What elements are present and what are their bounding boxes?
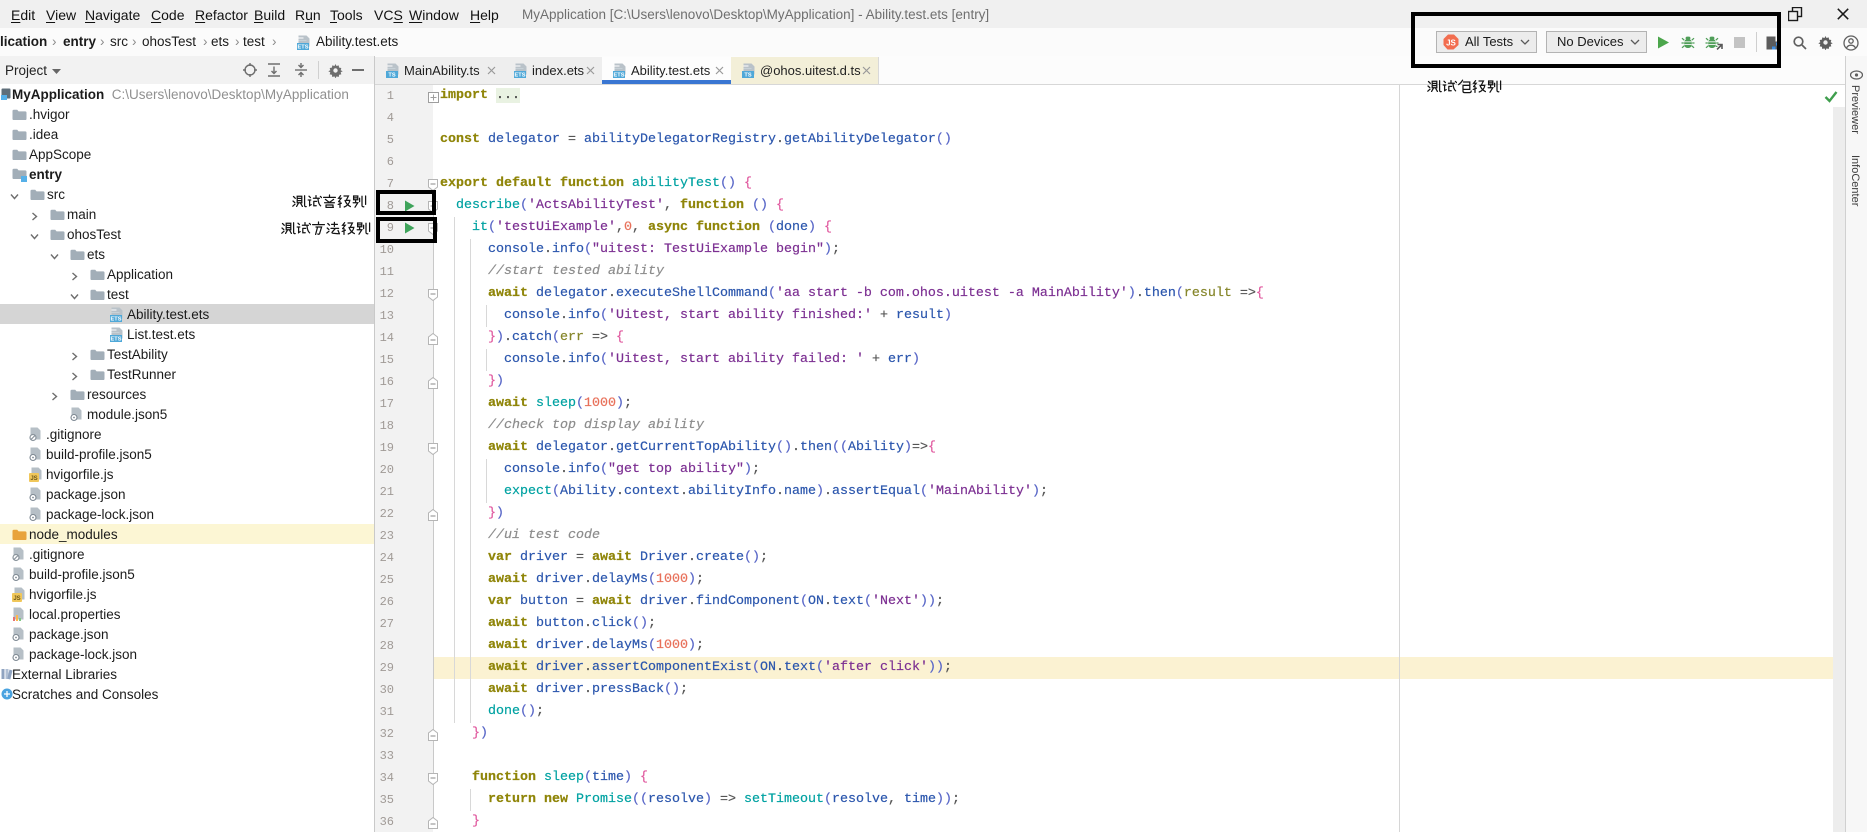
svg-text:ETS: ETS: [298, 45, 309, 50]
svg-text:ETS: ETS: [111, 317, 122, 322]
svg-text:ETS: ETS: [515, 73, 526, 78]
svg-text:JS: JS: [30, 476, 37, 482]
svg-text:ETS: ETS: [111, 337, 122, 342]
svg-text:JS: JS: [13, 596, 20, 602]
svg-text:TS: TS: [744, 73, 751, 78]
svg-text:ETS: ETS: [614, 73, 625, 78]
svg-text:TS: TS: [388, 73, 395, 78]
